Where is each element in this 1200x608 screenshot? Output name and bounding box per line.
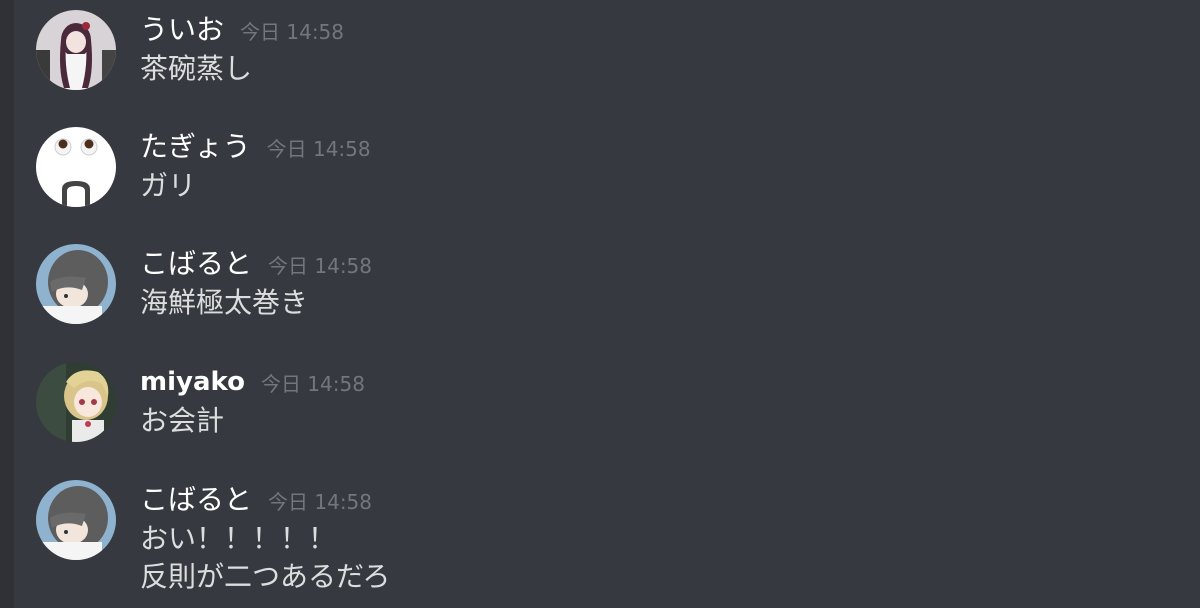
anime-girl-avatar-icon[interactable] <box>36 10 116 90</box>
timestamp: 今日 14:58 <box>240 20 345 44</box>
username[interactable]: こばると <box>140 480 252 520</box>
timestamp: 今日 14:58 <box>268 490 373 514</box>
username[interactable]: こばると <box>140 244 252 284</box>
message-list: ういお 今日 14:58 茶碗蒸し たぎょう 今日 14:58 ガリ こばると … <box>0 0 1200 608</box>
dark-haired-boy-avatar-icon[interactable] <box>36 244 116 324</box>
username[interactable]: たぎょう <box>140 127 251 167</box>
message-text: おい！！！！！ <box>140 522 337 555</box>
username[interactable]: miyako <box>140 362 245 402</box>
message-text: 茶碗蒸し <box>140 52 253 85</box>
dark-haired-boy-avatar-icon[interactable] <box>36 480 116 560</box>
blonde-girl-avatar-icon[interactable] <box>36 362 116 442</box>
username[interactable]: ういお <box>140 10 224 50</box>
message-text: 海鮮極太巻き <box>140 286 309 319</box>
surprised-face-avatar-icon[interactable] <box>36 127 116 207</box>
message-text: 反則が二つあるだろ <box>140 560 391 593</box>
timestamp: 今日 14:58 <box>268 254 373 278</box>
timestamp: 今日 14:58 <box>266 137 371 161</box>
message-text: ガリ <box>140 169 197 202</box>
message-text: お会計 <box>140 404 225 437</box>
timestamp: 今日 14:58 <box>260 372 365 396</box>
